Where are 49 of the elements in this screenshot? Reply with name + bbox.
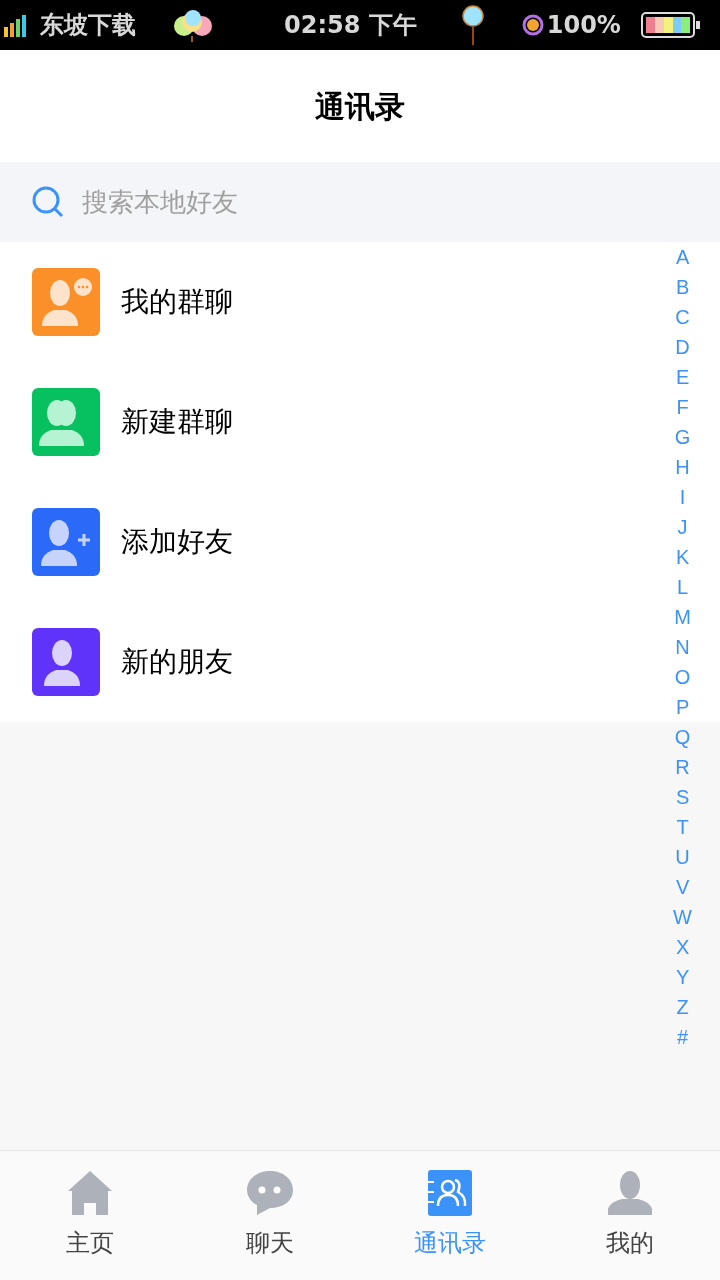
index-letter[interactable]: N xyxy=(675,632,690,662)
index-letter[interactable]: J xyxy=(677,512,688,542)
contact-menu-item[interactable]: 我的群聊 xyxy=(0,242,648,362)
home-icon xyxy=(66,1169,114,1217)
chat-bubble-icon xyxy=(246,1169,294,1217)
index-letter[interactable]: W xyxy=(673,902,692,932)
index-letter[interactable]: Z xyxy=(676,992,689,1022)
contact-menu-item[interactable]: 添加好友 xyxy=(0,482,648,602)
carrier-name: 东坡下载 xyxy=(40,10,136,41)
search-icon xyxy=(32,186,64,218)
tab-button[interactable]: 通讯录 xyxy=(360,1151,540,1280)
ring-icon xyxy=(520,13,545,37)
contact-menu-item[interactable]: 新的朋友 xyxy=(0,602,648,722)
page-title: 通讯录 xyxy=(315,87,405,126)
index-letter[interactable]: I xyxy=(679,482,686,512)
index-letter[interactable]: G xyxy=(674,422,691,452)
index-letter[interactable]: X xyxy=(675,932,690,962)
index-letter[interactable]: O xyxy=(674,662,691,692)
index-letter[interactable]: K xyxy=(675,542,690,572)
index-letter[interactable]: U xyxy=(675,842,690,872)
index-letter[interactable]: Q xyxy=(674,722,691,752)
contact-menu-item[interactable]: 新建群聊 xyxy=(0,362,648,482)
index-letter[interactable]: T xyxy=(676,812,689,842)
index-letter[interactable]: H xyxy=(675,452,690,482)
clock-time: 02:58 下午 xyxy=(284,10,417,41)
index-letter[interactable]: S xyxy=(675,782,690,812)
index-letter[interactable]: V xyxy=(675,872,690,902)
balloons-icon xyxy=(172,8,214,42)
index-letter[interactable]: C xyxy=(675,302,690,332)
index-letter[interactable]: Y xyxy=(675,962,690,992)
index-letter[interactable]: A xyxy=(675,242,690,272)
battery-icon xyxy=(640,12,701,38)
index-letter[interactable]: R xyxy=(675,752,690,782)
person-icon xyxy=(606,1169,654,1217)
balloon-icon xyxy=(460,5,485,45)
tab-button[interactable]: 主页 xyxy=(0,1151,180,1280)
search-field[interactable]: 搜索本地好友 xyxy=(82,182,688,222)
index-letter[interactable]: D xyxy=(675,332,690,362)
index-letter[interactable]: L xyxy=(677,572,689,602)
battery-percent: 100% xyxy=(546,10,621,41)
tab-button[interactable]: 我的 xyxy=(540,1151,720,1280)
index-letter[interactable]: # xyxy=(677,1022,689,1052)
index-letter[interactable]: M xyxy=(674,602,691,632)
index-letter[interactable]: F xyxy=(676,392,689,422)
index-letter[interactable]: P xyxy=(675,692,690,722)
index-letter[interactable]: E xyxy=(675,362,690,392)
tab-button[interactable]: 聊天 xyxy=(180,1151,360,1280)
index-letter[interactable]: B xyxy=(675,272,690,302)
contacts-book-icon xyxy=(428,1170,472,1216)
